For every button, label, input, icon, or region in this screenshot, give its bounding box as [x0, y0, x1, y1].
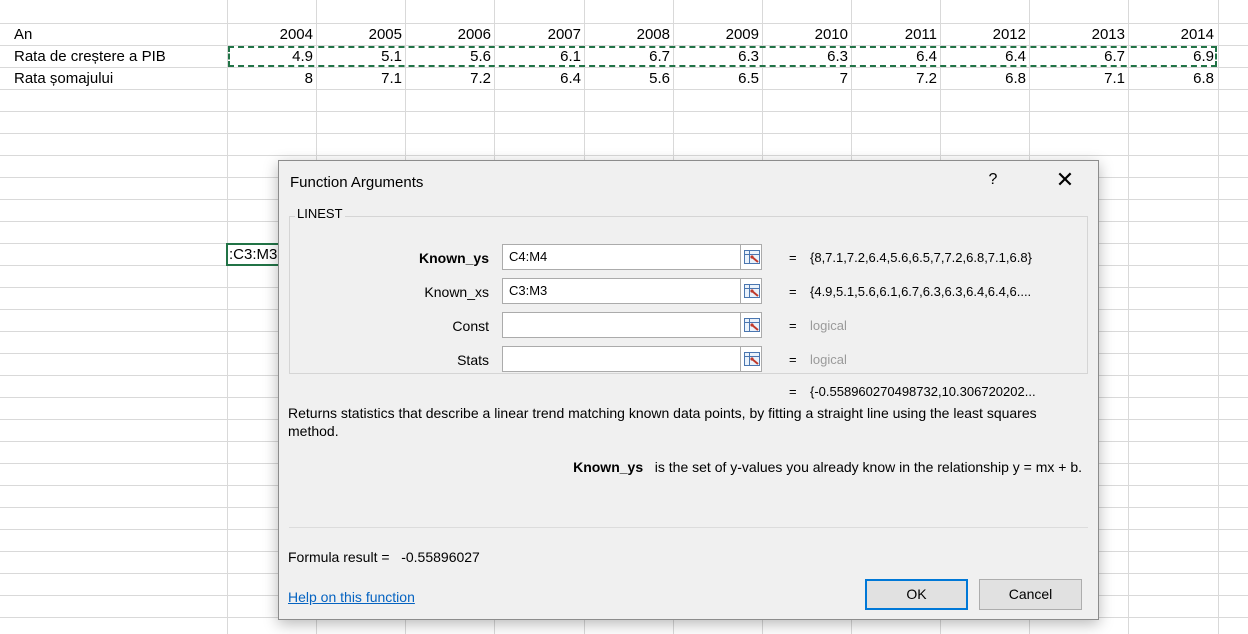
data-cell[interactable]: 2006	[405, 24, 491, 46]
divider	[289, 527, 1088, 528]
data-cell[interactable]: 6.8	[940, 68, 1026, 90]
arg-label-const: Const	[452, 318, 489, 334]
const-evaluated: logical	[810, 318, 847, 333]
row-label-gdp-growth[interactable]: Rata de creștere a PIB	[14, 46, 214, 68]
row-label-year[interactable]: An	[14, 24, 214, 46]
equals-sign: =	[789, 384, 797, 399]
row-divider	[0, 155, 1248, 156]
data-cell[interactable]: 6.1	[494, 46, 581, 68]
known-ys-evaluated: {8,7.1,7.2,6.4,5.6,6.5,7,7.2,6.8,7.1,6.8…	[810, 250, 1032, 265]
data-cell[interactable]: 2009	[673, 24, 759, 46]
formula-result-value: -0.55896027	[401, 549, 480, 565]
function-description: Returns statistics that describe a linea…	[288, 405, 1037, 439]
data-cell[interactable]: 7.1	[316, 68, 402, 90]
range-select-icon[interactable]	[740, 346, 762, 372]
known-xs-evaluated: {4.9,5.1,5.6,6.1,6.7,6.3,6.3,6.4,6.4,6..…	[810, 284, 1032, 299]
data-cell[interactable]: 6.3	[673, 46, 759, 68]
data-cell[interactable]: 6.7	[1029, 46, 1125, 68]
known-xs-input[interactable]: C3:M3	[502, 278, 741, 304]
data-cell[interactable]: 6.8	[1128, 68, 1214, 90]
help-icon[interactable]: ?	[983, 171, 1003, 189]
formula-result: Formula result = -0.55896027	[288, 549, 480, 565]
data-cell[interactable]: 7.2	[405, 68, 491, 90]
stats-input[interactable]	[502, 346, 741, 372]
data-cell[interactable]: 2012	[940, 24, 1026, 46]
data-cell[interactable]: 6.9	[1128, 46, 1214, 68]
data-cell[interactable]: 5.6	[405, 46, 491, 68]
equals-sign: =	[789, 318, 797, 333]
data-cell[interactable]: 6.3	[762, 46, 848, 68]
data-cell[interactable]: 6.4	[494, 68, 581, 90]
column-divider	[1128, 0, 1129, 634]
dialog-title: Function Arguments	[290, 174, 424, 191]
help-on-function-link[interactable]: Help on this function	[288, 589, 415, 605]
data-cell[interactable]: 7.2	[851, 68, 937, 90]
close-icon[interactable]: ✕	[1053, 167, 1077, 193]
arg-label-known-ys: Known_ys	[418, 250, 489, 266]
function-result: {-0.558960270498732,10.306720202...	[810, 384, 1036, 399]
column-divider	[1218, 0, 1219, 634]
data-cell[interactable]: 4.9	[227, 46, 313, 68]
function-name: LINEST	[295, 206, 345, 221]
row-label-unemployment[interactable]: Rata șomajului	[14, 68, 214, 90]
column-divider	[227, 0, 228, 634]
data-cell[interactable]: 5.6	[584, 68, 670, 90]
data-cell[interactable]: 6.4	[940, 46, 1026, 68]
data-cell[interactable]: 2010	[762, 24, 848, 46]
argument-help-name: Known_ys	[573, 459, 644, 475]
arg-label-known-xs: Known_xs	[424, 284, 489, 300]
data-cell[interactable]: 2004	[227, 24, 313, 46]
data-cell[interactable]: 2011	[851, 24, 937, 46]
arg-label-stats: Stats	[457, 352, 489, 368]
data-cell[interactable]: 6.7	[584, 46, 670, 68]
data-cell[interactable]: 7.1	[1029, 68, 1125, 90]
data-cell[interactable]: 2005	[316, 24, 402, 46]
function-arguments-dialog: Function Arguments ? ✕ LINEST Known_ys C…	[278, 160, 1099, 620]
range-select-icon[interactable]	[740, 278, 762, 304]
data-cell[interactable]: 5.1	[316, 46, 402, 68]
cancel-button[interactable]: Cancel	[979, 579, 1082, 610]
data-cell[interactable]: 2014	[1128, 24, 1214, 46]
known-ys-input[interactable]: C4:M4	[502, 244, 741, 270]
row-divider	[0, 133, 1248, 134]
data-cell[interactable]: 2007	[494, 24, 581, 46]
data-cell[interactable]: 2008	[584, 24, 670, 46]
equals-sign: =	[789, 352, 797, 367]
argument-help-text: is the set of y-values you already know …	[654, 459, 1082, 475]
range-select-icon[interactable]	[740, 244, 762, 270]
const-input[interactable]	[502, 312, 741, 338]
data-cell[interactable]: 2013	[1029, 24, 1125, 46]
row-divider	[0, 111, 1248, 112]
stats-evaluated: logical	[810, 352, 847, 367]
equals-sign: =	[789, 250, 797, 265]
data-cell[interactable]: 6.4	[851, 46, 937, 68]
range-select-icon[interactable]	[740, 312, 762, 338]
argument-help: Known_ys is the set of y-values you alre…	[573, 459, 1082, 475]
formula-result-label: Formula result =	[288, 549, 390, 565]
equals-sign: =	[789, 284, 797, 299]
data-cell[interactable]: 7	[762, 68, 848, 90]
data-cell[interactable]: 6.5	[673, 68, 759, 90]
data-cell[interactable]: 8	[227, 68, 313, 90]
ok-button[interactable]: OK	[865, 579, 968, 610]
